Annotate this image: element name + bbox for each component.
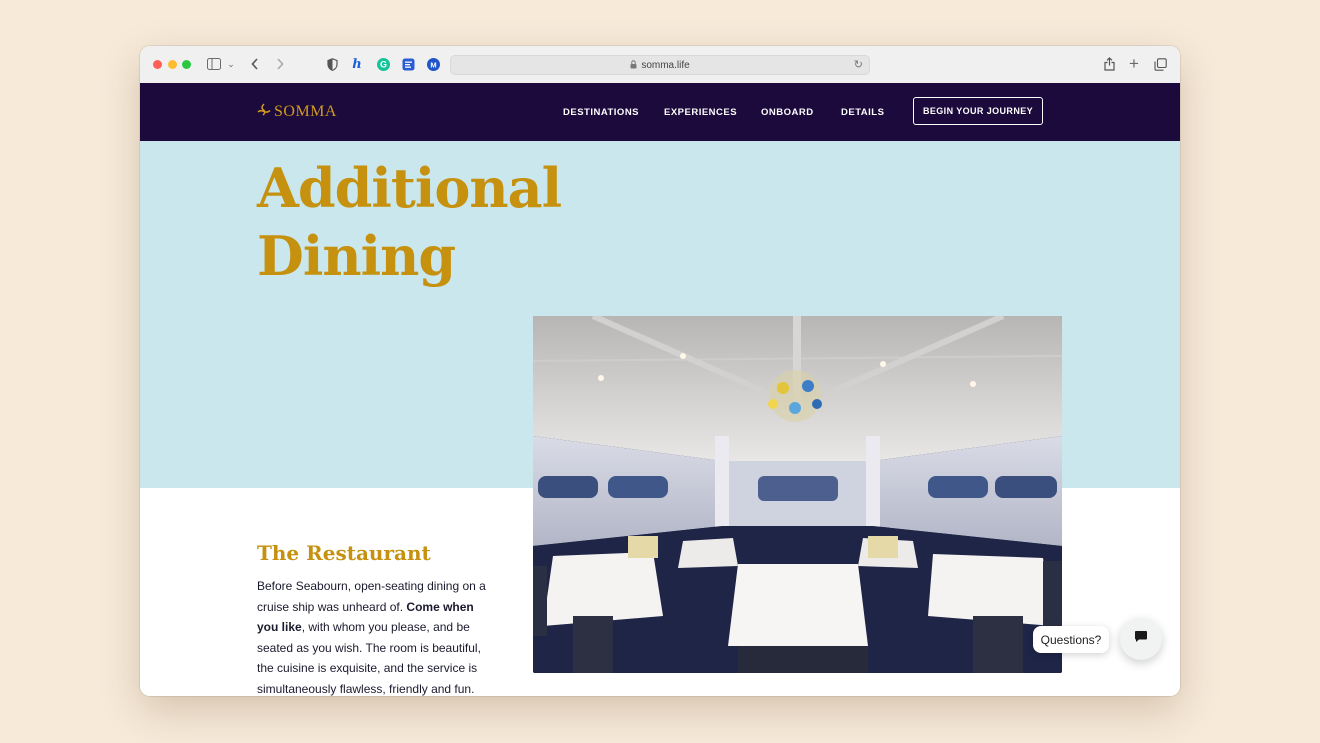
chat-prompt-bubble[interactable]: Questions? (1033, 626, 1109, 653)
restaurant-description: Before Seabourn, open-seating dining on … (257, 576, 497, 696)
page-title: Additional Dining (257, 154, 617, 290)
svg-text:G: G (379, 59, 386, 69)
svg-text:M: M (430, 60, 436, 69)
mail-icon[interactable]: M (425, 56, 441, 72)
nav-destinations[interactable]: DESTINATIONS (563, 107, 639, 118)
sidebar-icon[interactable] (206, 56, 222, 72)
notes-icon[interactable] (400, 56, 416, 72)
reload-icon[interactable]: ↻ (854, 58, 863, 71)
address-bar[interactable]: somma.life ↻ (450, 55, 870, 75)
browser-window: ⌄ ℎ G M somma.life ↻ + SOMMA DESTINATION… (140, 46, 1180, 696)
minimize-window-button[interactable] (168, 60, 177, 69)
nav-details[interactable]: DETAILS (841, 107, 884, 118)
logo-text: SOMMA (274, 103, 337, 120)
chat-icon (1134, 630, 1148, 648)
back-icon[interactable] (248, 56, 262, 72)
lock-icon (630, 59, 637, 71)
chevron-down-icon[interactable]: ⌄ (226, 56, 236, 72)
new-tab-icon[interactable]: + (1126, 54, 1142, 73)
browser-toolbar: ⌄ ℎ G M somma.life ↻ + (140, 46, 1180, 84)
site-navigation: SOMMA DESTINATIONS EXPERIENCES ONBOARD D… (140, 83, 1180, 141)
page-title-line-2: Dining (257, 224, 456, 288)
zoom-window-button[interactable] (182, 60, 191, 69)
share-icon[interactable] (1101, 56, 1117, 72)
forward-icon[interactable] (273, 56, 287, 72)
url-text: somma.life (641, 59, 690, 71)
close-window-button[interactable] (153, 60, 162, 69)
restaurant-photo (533, 316, 1062, 673)
begin-journey-button[interactable]: BEGIN YOUR JOURNEY (913, 97, 1043, 125)
tabs-overview-icon[interactable] (1152, 56, 1168, 72)
nav-experiences[interactable]: EXPERIENCES (664, 107, 737, 118)
restaurant-heading: The Restaurant (257, 541, 431, 565)
somma-logo[interactable]: SOMMA (257, 103, 337, 121)
logo-mark-icon (257, 103, 271, 121)
nav-onboard[interactable]: ONBOARD (761, 107, 814, 118)
shield-icon[interactable] (325, 56, 339, 72)
grammarly-icon[interactable]: G (375, 56, 391, 72)
extension-icon[interactable]: ℎ (349, 56, 365, 72)
page-title-line-1: Additional (257, 156, 562, 220)
chat-button[interactable] (1120, 618, 1162, 660)
